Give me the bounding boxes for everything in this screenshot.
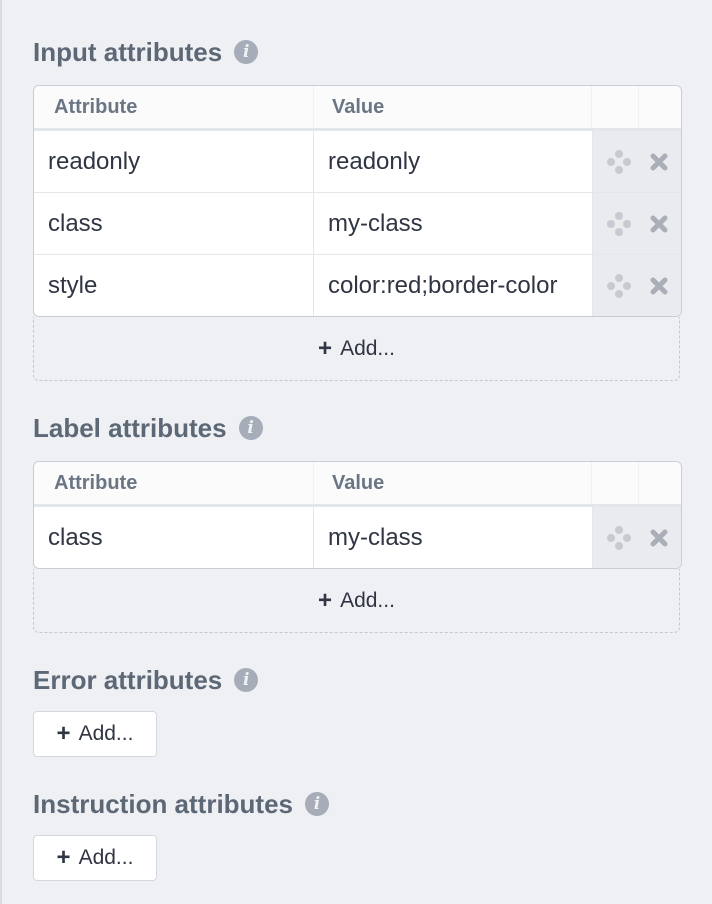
label-attributes-table: Attribute Value class my-class [33, 461, 682, 569]
plus-icon: + [318, 586, 333, 614]
input-attributes-table: Attribute Value readonly readonly class … [33, 85, 682, 317]
plus-icon: + [56, 720, 71, 747]
row-actions [593, 507, 681, 568]
add-label: Add... [340, 588, 395, 612]
info-icon[interactable]: i [305, 792, 330, 816]
input-attributes-heading: Input attributes i [33, 36, 682, 68]
add-label: Add... [78, 846, 134, 869]
attribute-name-input[interactable]: class [34, 193, 314, 254]
move-icon[interactable] [606, 273, 632, 299]
add-error-attribute-button[interactable]: + Add... [33, 711, 157, 757]
add-label: Add... [78, 722, 134, 745]
add-input-attribute-button[interactable]: + Add... [318, 334, 395, 362]
info-icon[interactable]: i [234, 40, 259, 64]
plus-icon: + [318, 334, 333, 362]
label-attributes-section: Label attributes i Attribute Value class… [33, 412, 682, 633]
label-attributes-title: Label attributes [33, 413, 227, 443]
plus-icon: + [56, 844, 71, 871]
move-icon[interactable] [606, 211, 632, 237]
column-header-attribute: Attribute [34, 86, 314, 128]
table-row: readonly readonly [34, 130, 681, 192]
remove-icon[interactable] [649, 528, 669, 548]
instruction-attributes-title: Instruction attributes [33, 789, 294, 819]
panel-edge [0, 0, 2, 904]
info-icon[interactable]: i [234, 668, 259, 692]
row-actions [593, 193, 681, 254]
row-actions [593, 255, 681, 316]
column-header-remove [639, 86, 681, 128]
table-row: class my-class [34, 192, 681, 254]
column-header-value: Value [314, 462, 592, 504]
move-icon[interactable] [606, 149, 632, 175]
instruction-attributes-heading: Instruction attributes i [33, 788, 682, 820]
table-header: Attribute Value [34, 86, 681, 130]
input-attributes-section: Input attributes i Attribute Value reado… [33, 36, 682, 381]
label-attributes-add-area: + Add... [33, 569, 680, 633]
column-header-move [592, 462, 639, 504]
attribute-value-input[interactable]: my-class [314, 507, 593, 568]
move-icon[interactable] [606, 525, 632, 551]
column-header-value: Value [314, 86, 592, 128]
info-icon[interactable]: i [238, 416, 263, 440]
add-label: Add... [340, 336, 395, 360]
remove-icon[interactable] [649, 152, 669, 172]
add-label-attribute-button[interactable]: + Add... [318, 586, 395, 614]
remove-icon[interactable] [649, 276, 669, 296]
attribute-value-input[interactable]: my-class [314, 193, 593, 254]
table-row: class my-class [34, 506, 681, 568]
input-attributes-title: Input attributes [33, 37, 223, 67]
add-instruction-attribute-button[interactable]: + Add... [33, 835, 157, 881]
table-header: Attribute Value [34, 462, 681, 506]
attribute-value-input[interactable]: readonly [314, 131, 593, 192]
column-header-move [592, 86, 639, 128]
error-attributes-title: Error attributes [33, 665, 223, 695]
attribute-name-input[interactable]: style [34, 255, 314, 316]
remove-icon[interactable] [649, 214, 669, 234]
column-header-remove [639, 462, 681, 504]
error-attributes-section: Error attributes i + Add... [33, 664, 682, 757]
attribute-name-input[interactable]: class [34, 507, 314, 568]
attribute-value-input[interactable]: color:red;border-color [314, 255, 593, 316]
row-actions [593, 131, 681, 192]
label-attributes-heading: Label attributes i [33, 412, 682, 444]
input-attributes-add-area: + Add... [33, 317, 680, 381]
attribute-name-input[interactable]: readonly [34, 131, 314, 192]
error-attributes-heading: Error attributes i [33, 664, 682, 696]
table-row: style color:red;border-color [34, 254, 681, 316]
column-header-attribute: Attribute [34, 462, 314, 504]
instruction-attributes-section: Instruction attributes i + Add... [33, 788, 682, 881]
